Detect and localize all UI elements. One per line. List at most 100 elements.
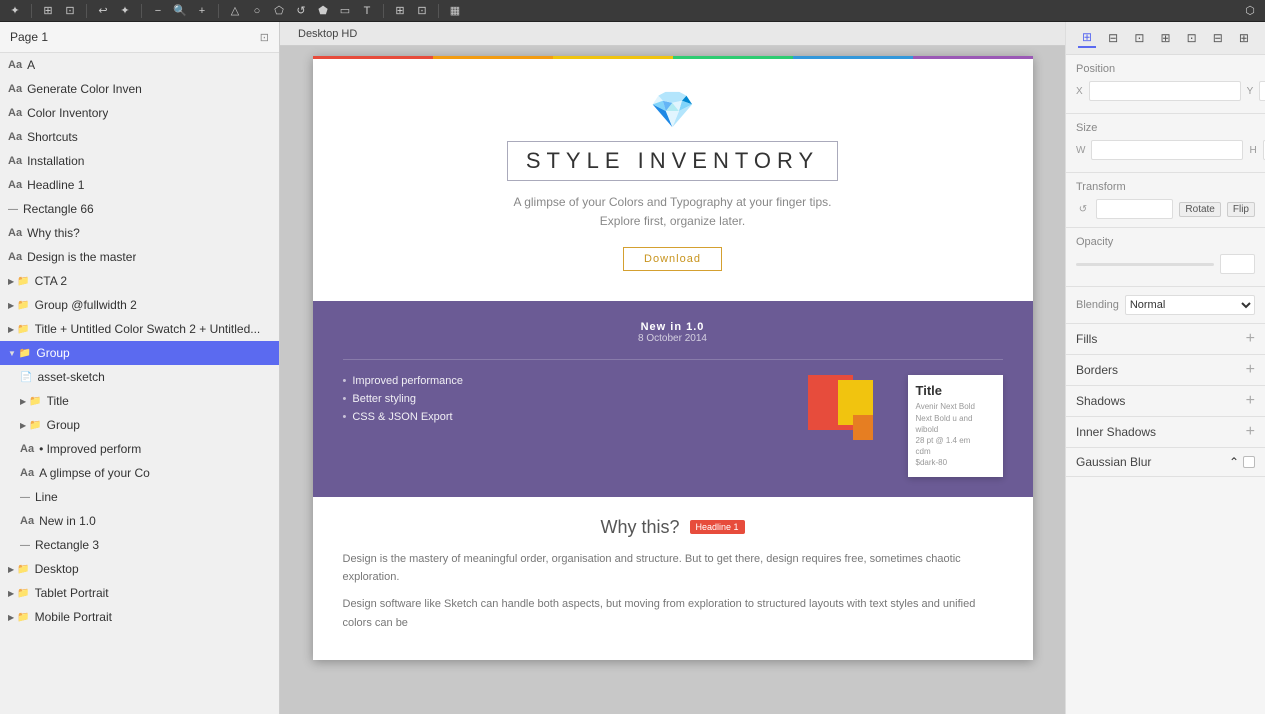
layer-item-l6[interactable]: AaHeadline 1 [0,173,279,197]
hero-download-button[interactable]: Download [623,247,722,271]
layer-item-l11[interactable]: ▶📁Group @fullwidth 2 [0,293,279,317]
zoom-out-icon[interactable]: − [149,2,167,20]
layer-label: A [27,58,35,72]
canvas-area[interactable]: Desktop HD 💎 STYLE INVENTORY [280,22,1065,714]
align-bottom-icon[interactable]: ⊞ [1235,29,1253,47]
layer-item-l16[interactable]: ▶📁Group [0,413,279,437]
borders-add-icon[interactable]: + [1246,362,1255,378]
layer-item-l15[interactable]: ▶📁Title [0,389,279,413]
distribute-v-icon[interactable]: ⊡ [1183,29,1201,47]
layer-item-l3[interactable]: AaColor Inventory [0,101,279,125]
insert-oval-icon[interactable]: ○ [248,2,266,20]
layer-label: A glimpse of your Co [39,466,150,480]
shadows-row[interactable]: Shadows + [1066,386,1265,417]
shadows-add-icon[interactable]: + [1246,393,1255,409]
fills-add-icon[interactable]: + [1246,331,1255,347]
inner-shadows-add-icon[interactable]: + [1246,424,1255,440]
layer-item-l12[interactable]: ▶📁Title + Untitled Color Swatch 2 + Unti… [0,317,279,341]
page-collapse-icon[interactable]: ⊡ [260,31,269,44]
y-input[interactable] [1259,81,1265,101]
share-icon[interactable]: ⬡ [1241,2,1259,20]
distribute-h-icon[interactable]: ⊞ [1156,29,1174,47]
insert-rect-icon[interactable]: ▭ [336,2,354,20]
typo-card-font: Avenir Next Bold [916,401,995,412]
layer-item-l1[interactable]: AaA [0,53,279,77]
x-input[interactable] [1089,81,1241,101]
gaussian-checkbox[interactable] [1243,456,1255,468]
inner-shadows-row[interactable]: Inner Shadows + [1066,417,1265,448]
layer-item-l18[interactable]: AaA glimpse of your Co [0,461,279,485]
opacity-slider[interactable] [1076,263,1214,266]
toolbar-btn-3[interactable]: ↩ [94,2,112,20]
layer-item-l9[interactable]: AaDesign is the master [0,245,279,269]
layer-item-l13[interactable]: ▼📁Group [0,341,279,365]
size-row: W H [1076,140,1255,160]
page-title-button[interactable]: Page 1 [10,30,48,44]
typo-card-title: Title [916,383,995,398]
folder-triangle: ▶ [20,421,26,430]
rotate-input[interactable] [1096,199,1173,219]
position-x-row: X Y [1076,81,1255,101]
layer-item-l7[interactable]: —Rectangle 66 [0,197,279,221]
rotate-button[interactable]: Rotate [1179,202,1220,217]
folder-triangle: ▶ [8,613,14,622]
swatch-orange [853,415,873,440]
insert-text-icon[interactable]: T [358,2,376,20]
insert-shape-icon[interactable]: △ [226,2,244,20]
text-icon: Aa [8,155,22,167]
layer-label: Color Inventory [27,106,108,120]
insert-poly-icon[interactable]: ⬟ [314,2,332,20]
layer-item-l24[interactable]: ▶📁Mobile Portrait [0,605,279,629]
layers-toggle-icon[interactable]: ▦ [446,2,464,20]
layer-label: CTA 2 [35,274,67,288]
toolbar-sep-4 [218,4,219,18]
layer-label: Desktop [35,562,79,576]
blending-select[interactable]: Normal Multiply Screen Overlay [1125,295,1255,315]
gaussian-blur-row: Gaussian Blur ⌃ [1066,448,1265,477]
left-panel: Page 1 ⊡ AaAAaGenerate Color InvenAaColo… [0,22,280,714]
folder-triangle: ▶ [8,589,14,598]
line-icon: — [20,492,30,503]
layer-item-l4[interactable]: AaShortcuts [0,125,279,149]
width-input[interactable] [1091,140,1243,160]
insert-star-icon[interactable]: ⬠ [270,2,288,20]
layer-item-l10[interactable]: ▶📁CTA 2 [0,269,279,293]
layer-item-l14[interactable]: 📄asset-sketch [0,365,279,389]
insert-arrow-icon[interactable]: ↺ [292,2,310,20]
layer-item-l5[interactable]: AaInstallation [0,149,279,173]
hero-subtitle: A glimpse of your Colors and Typography … [333,193,1013,231]
folder-triangle: ▼ [8,349,16,358]
toolbar-btn-2[interactable]: ⊡ [61,2,79,20]
layer-item-l19[interactable]: —Line [0,485,279,509]
borders-row[interactable]: Borders + [1066,355,1265,386]
toolbar-btn-4[interactable]: ✦ [116,2,134,20]
hero-section: 💎 STYLE INVENTORY A glimpse of your Colo… [313,59,1033,301]
layer-label: Title [47,394,69,408]
opacity-input[interactable] [1220,254,1255,274]
transform-label: Transform [1076,181,1255,193]
layer-item-l17[interactable]: Aa• Improved perform [0,437,279,461]
flip-button[interactable]: Flip [1227,202,1255,217]
align-center-icon[interactable]: ⊟ [1104,29,1122,47]
gaussian-expand-icon[interactable]: ⌃ [1229,455,1239,469]
size-label: Size [1076,122,1255,134]
align-right-icon[interactable]: ⊡ [1130,29,1148,47]
align-left-icon[interactable]: ⊞ [1078,28,1096,48]
layer-item-l20[interactable]: AaNew in 1.0 [0,509,279,533]
folder-triangle: ▶ [8,277,14,286]
app-icon[interactable]: ✦ [6,2,24,20]
layer-item-l22[interactable]: ▶📁Desktop [0,557,279,581]
align-top-icon[interactable]: ⊟ [1209,29,1227,47]
distribute-icon[interactable]: ⊡ [413,2,431,20]
arrange-icon[interactable]: ⊞ [391,2,409,20]
layer-item-l21[interactable]: —Rectangle 3 [0,533,279,557]
layer-item-l8[interactable]: AaWhy this? [0,221,279,245]
zoom-in-icon[interactable]: + [193,2,211,20]
why-section: Why this? Headline 1 Design is the maste… [313,497,1033,661]
borders-label: Borders [1076,363,1118,377]
layer-item-l2[interactable]: AaGenerate Color Inven [0,77,279,101]
fills-row[interactable]: Fills + [1066,324,1265,355]
layer-item-l23[interactable]: ▶📁Tablet Portrait [0,581,279,605]
canvas-tab-desktop-hd[interactable]: Desktop HD [290,25,365,43]
toolbar-btn-1[interactable]: ⊞ [39,2,57,20]
